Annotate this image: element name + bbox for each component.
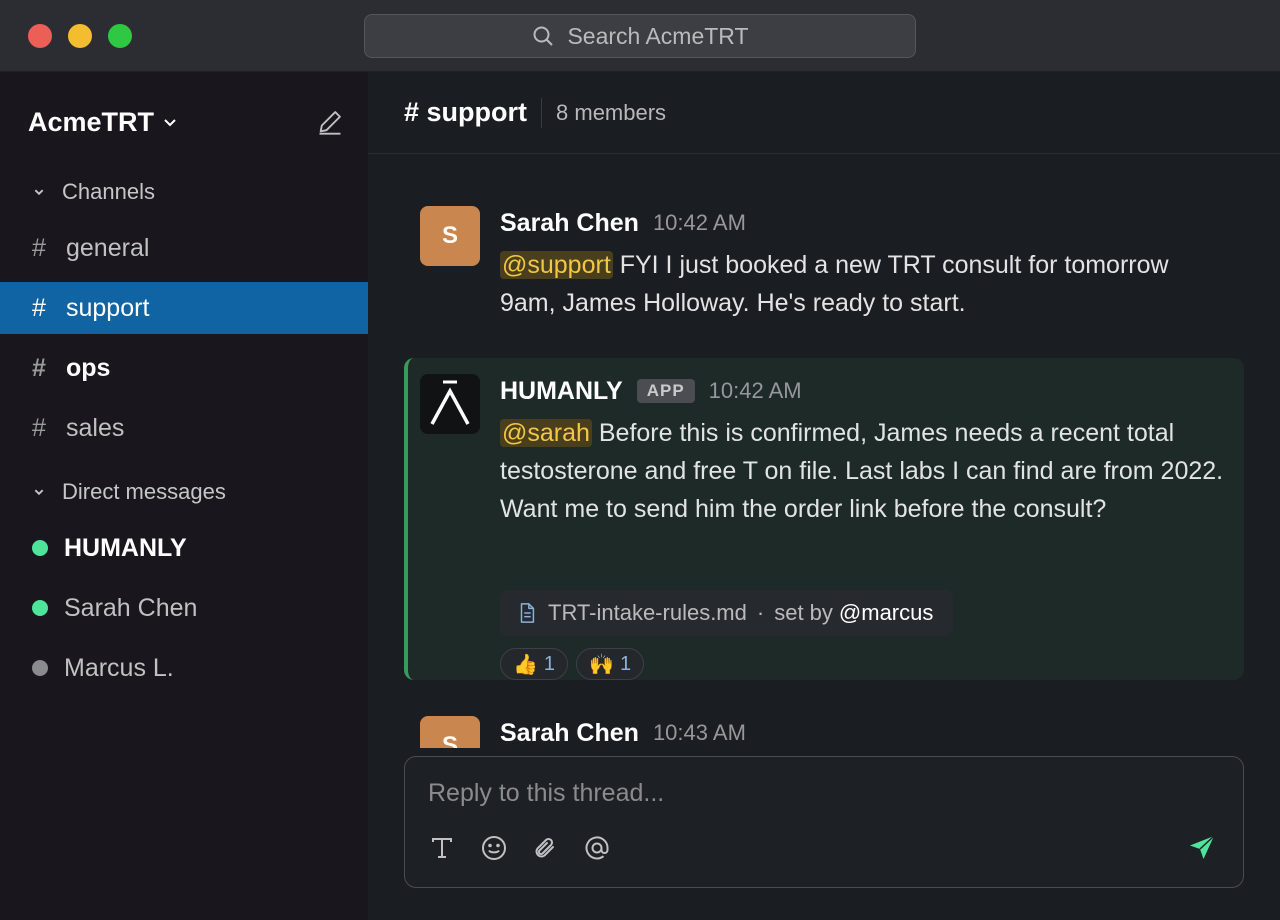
attachment-chip[interactable]: TRT-intake-rules.md · set by @marcus xyxy=(500,590,954,636)
reply-input[interactable] xyxy=(428,773,1188,813)
text-format-icon xyxy=(432,838,452,858)
sidebar-item-sarah-chen[interactable]: Sarah Chen xyxy=(0,582,368,634)
away-status-icon xyxy=(32,660,48,676)
message-text: Before this is confirmed, James needs a … xyxy=(500,419,1224,523)
raised-hands-icon: 🙌 xyxy=(589,653,614,676)
compose-icon[interactable] xyxy=(316,108,344,136)
message: HUMANLY APP 10:42 AM @sarah Before this … xyxy=(404,374,1244,680)
file-icon xyxy=(520,603,535,623)
channel-header: # support 8 members xyxy=(368,72,1280,154)
channel-title[interactable]: # support xyxy=(404,97,527,128)
message-author[interactable]: HUMANLY xyxy=(500,377,623,406)
humanly-logo-icon xyxy=(430,380,470,425)
avatar[interactable]: S xyxy=(420,206,480,266)
mention[interactable]: @sarah xyxy=(500,419,592,447)
message-body: @support FYI I just booked a new TRT con… xyxy=(500,246,1230,322)
text-format-button[interactable] xyxy=(427,833,457,863)
mention[interactable]: @support xyxy=(500,251,613,279)
dms-heading: Direct messages xyxy=(62,479,226,504)
search-placeholder: Search AcmeTRT xyxy=(567,22,749,49)
hash-icon: # xyxy=(32,413,46,442)
channel-name: general xyxy=(66,233,150,262)
online-status-icon xyxy=(32,600,48,616)
thumbs-up-icon: 👍 xyxy=(513,653,538,676)
hash-icon: # xyxy=(32,233,46,262)
channel-name: support xyxy=(66,293,150,322)
attachment-user[interactable]: @marcus xyxy=(839,600,933,626)
message-list-clip: S Sarah Chen 10:43 AM xyxy=(368,702,1280,748)
message-timestamp[interactable]: 10:42 AM xyxy=(709,378,802,404)
sidebar-item-marcus[interactable]: Marcus L. xyxy=(0,642,368,694)
message: S Sarah Chen 10:43 AM xyxy=(404,716,1244,748)
channel-name: ops xyxy=(66,353,111,382)
reaction-raised-hands[interactable]: 🙌 1 xyxy=(576,648,645,680)
message-body: @sarah Before this is confirmed, James n… xyxy=(500,414,1230,528)
send-icon xyxy=(1190,835,1215,859)
message: S Sarah Chen 10:42 AM @support FYI I jus… xyxy=(404,206,1244,326)
minimize-window-button[interactable] xyxy=(68,24,92,48)
sidebar-item-humanly[interactable]: HUMANLY xyxy=(0,522,368,574)
dms-section-toggle[interactable]: Direct messages xyxy=(28,476,226,508)
dm-name: HUMANLY xyxy=(64,533,187,562)
window-titlebar: Search AcmeTRT xyxy=(0,0,1280,72)
reactions: 👍 1 🙌 1 xyxy=(500,648,645,680)
attachment-filename: TRT-intake-rules.md xyxy=(548,600,747,625)
close-window-button[interactable] xyxy=(28,24,52,48)
sidebar-item-general[interactable]: # general xyxy=(0,222,368,274)
dm-name: Sarah Chen xyxy=(64,593,198,622)
header-divider xyxy=(541,97,543,128)
reaction-count: 1 xyxy=(619,652,632,675)
member-count[interactable]: 8 members xyxy=(556,100,666,126)
message-author[interactable]: Sarah Chen xyxy=(500,719,639,748)
hash-icon: # xyxy=(32,293,46,322)
avatar[interactable]: S xyxy=(420,716,480,748)
message-timestamp[interactable]: 10:43 AM xyxy=(653,720,746,746)
sidebar: AcmeTRT Channels # general # support # o… xyxy=(0,72,368,920)
humanly-app-avatar[interactable] xyxy=(420,374,480,434)
workspace-switcher[interactable]: AcmeTRT xyxy=(28,104,344,140)
message-composer xyxy=(404,756,1244,888)
channel-view: # support 8 members S Sarah Chen 10:42 A… xyxy=(368,72,1280,920)
message-timestamp[interactable]: 10:42 AM xyxy=(653,210,746,236)
attachment-set-by: set by xyxy=(774,600,833,625)
mention-button[interactable] xyxy=(582,833,612,863)
search-icon xyxy=(533,26,554,46)
attachment-separator: · xyxy=(756,600,765,625)
hash-icon: # xyxy=(32,353,46,382)
channel-name: sales xyxy=(66,413,125,442)
sidebar-item-sales[interactable]: # sales xyxy=(0,402,368,454)
search-bar[interactable]: Search AcmeTRT xyxy=(364,14,916,58)
channels-heading: Channels xyxy=(62,179,155,204)
app-badge: APP xyxy=(636,379,695,403)
online-status-icon xyxy=(32,540,48,556)
chevron-down-icon xyxy=(164,119,176,127)
message-author[interactable]: Sarah Chen xyxy=(500,209,639,238)
attach-file-button[interactable] xyxy=(530,833,560,863)
emoji-button[interactable] xyxy=(479,833,509,863)
chevron-down-icon xyxy=(34,189,44,196)
dm-name: Marcus L. xyxy=(64,653,174,682)
at-sign-icon xyxy=(585,836,609,860)
reaction-thumbs-up[interactable]: 👍 1 xyxy=(500,648,569,680)
chevron-down-icon xyxy=(34,489,44,496)
reaction-count: 1 xyxy=(543,652,556,675)
emoji-icon xyxy=(482,836,506,860)
sidebar-item-ops[interactable]: # ops xyxy=(0,342,368,394)
channels-section-toggle[interactable]: Channels xyxy=(28,176,155,208)
sidebar-item-support[interactable]: # support xyxy=(0,282,368,334)
send-button[interactable] xyxy=(1187,833,1217,863)
maximize-window-button[interactable] xyxy=(108,24,132,48)
workspace-name: AcmeTRT xyxy=(28,106,155,137)
paperclip-icon xyxy=(535,837,554,858)
